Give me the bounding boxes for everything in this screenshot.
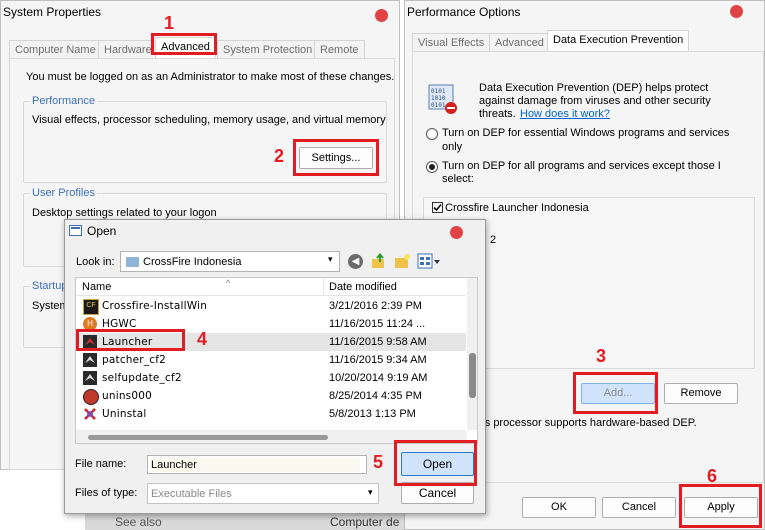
crossfire-selfupdate-icon <box>83 371 97 385</box>
view-menu-icon[interactable] <box>417 253 441 269</box>
annotation-box-launcher <box>76 329 185 351</box>
dep-list-item-crossfire: Crossfire Launcher Indonesia <box>445 202 589 214</box>
files-of-type-dropdown[interactable]: Executable Files ▾ <box>147 483 379 504</box>
ok-button[interactable]: OK <box>522 497 596 518</box>
dep-essential-line-2: only <box>442 141 463 153</box>
annotation-box-advanced-tab <box>151 33 217 55</box>
step-number-1: 1 <box>164 13 175 33</box>
file-name-label: File name: <box>75 458 127 470</box>
dep-list-item-2: 2 <box>490 234 497 246</box>
crossfire-checkbox[interactable] <box>432 202 443 213</box>
tab-dep[interactable]: Data Execution Prevention <box>547 30 690 52</box>
step-number-2: 2 <box>274 146 285 166</box>
dep-text-line-3: threats. <box>479 108 516 120</box>
tab-remote[interactable]: Remote <box>314 40 365 59</box>
uninstaller-icon <box>83 389 99 405</box>
tab-hardware[interactable]: Hardware <box>98 40 158 59</box>
look-in-label: Look in: <box>76 256 115 268</box>
files-of-type-chevron-down-icon: ▾ <box>368 487 373 497</box>
dep-all-line-1: Turn on DEP for all programs and service… <box>442 160 721 172</box>
file-row-uninstal[interactable]: Uninstal 5/8/2013 1:13 PM <box>76 405 466 423</box>
files-of-type-value: Executable Files <box>151 488 232 500</box>
hscroll-thumb[interactable] <box>88 435 328 440</box>
step-number-3: 3 <box>596 346 607 366</box>
file-list-header: Name ^ Date modified <box>76 278 466 296</box>
tab-advanced-perf[interactable]: Advanced <box>489 33 550 52</box>
crossfire-installer-icon: CF <box>83 299 99 315</box>
file-row-unins000[interactable]: unins000 8/25/2014 4:35 PM <box>76 387 466 405</box>
file-row-patcher-cf2[interactable]: patcher_cf2 11/16/2015 9:34 AM <box>76 351 466 369</box>
system-properties-close-icon[interactable] <box>375 9 388 22</box>
admin-note: You must be logged on as an Administrato… <box>26 71 395 83</box>
crossfire-patcher-icon <box>83 353 97 367</box>
processor-note: r's processor supports hardware-based DE… <box>479 417 697 429</box>
file-name-value: Launcher <box>151 459 197 471</box>
file-row-crossfire-installwin[interactable]: CF Crossfire-InstallWin 3/21/2016 2:39 P… <box>76 297 466 315</box>
new-folder-icon[interactable] <box>394 253 410 269</box>
annotation-box-add <box>573 372 658 414</box>
performance-options-title: Performance Options <box>407 5 521 19</box>
col-date-header[interactable]: Date modified <box>329 281 397 293</box>
step-number-5: 5 <box>373 452 384 472</box>
cancel-button[interactable]: Cancel <box>602 497 676 518</box>
svg-text:0101: 0101 <box>431 102 446 109</box>
file-list[interactable]: Name ^ Date modified CF Crossfire-Instal… <box>75 277 478 444</box>
open-dialog-close-icon[interactable] <box>450 226 463 239</box>
dep-all-radio[interactable] <box>426 161 438 173</box>
see-also-text: See also <box>115 515 162 529</box>
look-in-chevron-down-icon: ▾ <box>328 254 333 264</box>
user-profiles-description: Desktop settings related to your logon <box>32 207 217 219</box>
open-dialog-app-icon <box>69 225 82 236</box>
tab-visual-effects[interactable]: Visual Effects <box>412 33 491 52</box>
dep-how-link[interactable]: How does it work? <box>520 108 610 120</box>
open-dialog-title: Open <box>87 224 117 238</box>
tab-system-protection[interactable]: System Protection <box>217 40 319 59</box>
file-name-input[interactable]: Launcher <box>147 455 367 474</box>
remove-button[interactable]: Remove <box>664 383 738 404</box>
step-number-6: 6 <box>707 466 718 486</box>
tab-computer-name[interactable]: Computer Name <box>9 40 102 59</box>
performance-description: Visual effects, processor scheduling, me… <box>32 114 386 126</box>
back-icon[interactable]: ◀ <box>348 254 363 269</box>
up-folder-icon[interactable] <box>371 252 387 269</box>
dep-text-line-2: against damage from viruses and other se… <box>479 95 711 107</box>
annotation-box-settings <box>293 139 379 176</box>
files-of-type-label: Files of type: <box>75 487 138 499</box>
user-profiles-label: User Profiles <box>30 187 97 199</box>
dep-all-line-2: select: <box>442 173 474 185</box>
dep-essential-line-1: Turn on DEP for essential Windows progra… <box>442 127 730 139</box>
file-list-vscrollbar[interactable] <box>467 278 477 430</box>
system-properties-title: System Properties <box>3 5 102 19</box>
dep-text-line-1: Data Execution Prevention (DEP) helps pr… <box>479 82 709 94</box>
step-number-4: 4 <box>197 329 208 349</box>
svg-text:0101: 0101 <box>431 88 446 95</box>
dep-essential-radio[interactable] <box>426 128 438 140</box>
look-in-value: CrossFire Indonesia <box>143 256 242 268</box>
annotation-box-open <box>394 440 477 486</box>
performance-options-close-icon[interactable] <box>730 5 743 18</box>
uninstal-icon <box>83 407 97 421</box>
file-row-selfupdate-cf2[interactable]: selfupdate_cf2 10/20/2014 9:19 AM <box>76 369 466 387</box>
col-name-header[interactable]: Name <box>82 281 111 293</box>
computer-text: Computer de <box>330 515 400 529</box>
annotation-box-apply <box>679 484 762 528</box>
sort-chevron-up-icon: ^ <box>226 278 231 288</box>
folder-icon <box>126 257 139 267</box>
dep-shield-icon: 0101 1010 0101 <box>427 83 459 115</box>
performance-label: Performance <box>30 95 97 107</box>
svg-text:1010: 1010 <box>431 95 446 102</box>
look-in-dropdown[interactable]: CrossFire Indonesia ▾ <box>120 251 340 272</box>
vscroll-thumb[interactable] <box>469 353 476 398</box>
